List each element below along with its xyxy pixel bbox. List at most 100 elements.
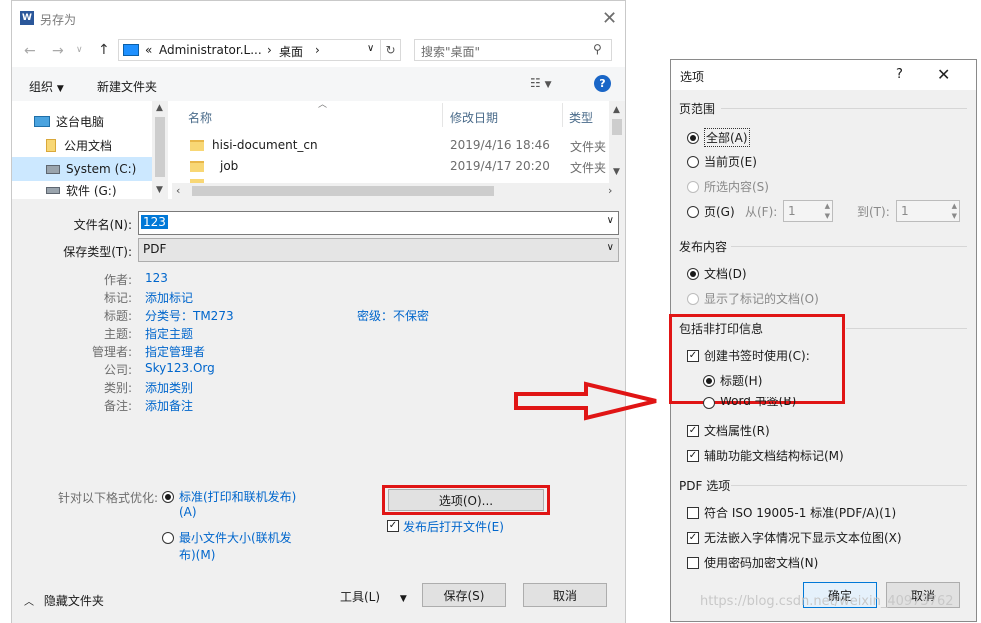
section-divider	[731, 246, 967, 247]
filetype-select[interactable]: PDF ∨	[138, 238, 619, 262]
range-all-radio[interactable]: 全部(A)	[687, 128, 750, 147]
close-icon[interactable]: ✕	[937, 65, 950, 84]
author-label: 作者:	[103, 273, 132, 287]
monitor-icon	[123, 44, 139, 56]
range-current-radio[interactable]: 当前页(E)	[687, 153, 757, 170]
word-bookmarks-radio[interactable]: Word 书签(B)	[703, 397, 796, 409]
file-type: 文件夹	[570, 161, 607, 175]
filename-dropdown-icon[interactable]: ∨	[607, 215, 614, 226]
view-options-icon[interactable]: ☷ ▼	[530, 76, 552, 90]
radio-unselected[interactable]	[687, 205, 699, 218]
checkbox-checked[interactable]: ✓	[687, 449, 699, 462]
tree-item-public-docs[interactable]: 公用文档	[12, 133, 152, 157]
scroll-thumb[interactable]	[192, 186, 494, 196]
tree-scrollbar[interactable]: ▲ ▼	[152, 101, 168, 199]
scroll-down-icon[interactable]: ▼	[156, 185, 163, 195]
list-item[interactable]: hisi-document_cn 2019/4/16 18:46 文件夹	[188, 137, 608, 155]
forward-arrow-icon[interactable]: →	[52, 43, 64, 59]
tree-item-this-pc[interactable]: 这台电脑	[12, 109, 152, 133]
doc-properties-label: 文档属性(R)	[704, 424, 770, 438]
chevron-up-icon: ︿	[24, 597, 34, 608]
filename-input[interactable]: 123 ∨	[138, 211, 619, 235]
organize-label: 组织	[29, 80, 54, 94]
manager-value[interactable]: 指定管理者	[145, 343, 205, 360]
radio-selected[interactable]	[162, 491, 174, 503]
options-button[interactable]: 选项(O)...	[388, 489, 544, 511]
subject-value[interactable]: 指定主题	[145, 325, 193, 342]
tree-item-software-g[interactable]: 软件 (G:)	[12, 181, 152, 199]
company-value[interactable]: Sky123.Org	[145, 361, 215, 375]
scroll-up-icon[interactable]: ▲	[613, 105, 620, 115]
help-icon[interactable]: ?	[594, 75, 611, 92]
checkbox-checked[interactable]: ✓	[687, 424, 699, 437]
checkbox-checked[interactable]: ✓	[687, 531, 699, 544]
back-arrow-icon[interactable]: ←	[24, 43, 36, 59]
notes-value[interactable]: 添加备注	[145, 397, 193, 414]
checkbox-unchecked[interactable]	[687, 506, 699, 519]
organize-button[interactable]: 组织 ▼	[29, 78, 64, 95]
bitmap-text-checkbox[interactable]: ✓ 无法嵌入字体情况下显示文本位图(X)	[687, 529, 902, 546]
title-value[interactable]: 分类号：TM273	[145, 307, 234, 324]
tree-item-label: 这台电脑	[56, 114, 105, 129]
filename-value: 123	[141, 215, 168, 229]
category-value[interactable]: 添加类别	[145, 379, 193, 396]
checkbox-unchecked[interactable]	[687, 556, 699, 569]
search-box[interactable]: 搜索"桌面" ⚲	[414, 39, 612, 61]
from-value: 1	[788, 204, 796, 218]
publish-document-radio[interactable]: 文档(D)	[687, 265, 747, 282]
category-label: 类别:	[103, 381, 132, 395]
scroll-thumb[interactable]	[155, 117, 165, 177]
headings-radio[interactable]: 标题(H)	[703, 372, 762, 389]
vertical-scrollbar[interactable]: ▲ ▼	[609, 101, 625, 183]
secret-level-value[interactable]: 密级：不保密	[357, 307, 429, 324]
doc-properties-checkbox[interactable]: ✓ 文档属性(R)	[687, 422, 770, 439]
spin-arrows-icon: ▲ ▼	[951, 202, 957, 220]
radio-unselected[interactable]	[162, 532, 174, 544]
range-pages-radio[interactable]: 页(G)	[687, 203, 735, 220]
checkbox-checked[interactable]: ✓	[387, 520, 399, 532]
scroll-down-icon[interactable]: ▼	[613, 167, 620, 177]
path-prefix: «	[145, 43, 153, 57]
dropdown-chevron-icon[interactable]: ∨	[76, 45, 83, 55]
manager-label: 管理者:	[91, 345, 132, 359]
radio-selected[interactable]	[687, 267, 699, 280]
address-bar[interactable]: « Administrator.L... › 桌面 › ∨	[118, 39, 385, 61]
address-dropdown-icon[interactable]: ∨	[367, 43, 374, 54]
horizontal-scrollbar[interactable]: ‹ ›	[172, 183, 625, 199]
tools-menu[interactable]: 工具(L) ▼	[340, 588, 407, 605]
tree-item-system-c[interactable]: System (C:)	[12, 157, 152, 181]
scroll-right-icon[interactable]: ›	[608, 184, 612, 197]
structure-tags-checkbox[interactable]: ✓ 辅助功能文档结构标记(M)	[687, 447, 844, 464]
path-segment-desktop[interactable]: 桌面	[279, 43, 303, 60]
close-icon[interactable]: ✕	[602, 8, 617, 29]
save-button[interactable]: 保存(S)	[422, 583, 506, 607]
create-bookmarks-checkbox[interactable]: ✓ 创建书签时使用(C):	[687, 347, 810, 364]
cancel-button[interactable]: 取消	[523, 583, 607, 607]
scroll-thumb[interactable]	[612, 119, 622, 135]
author-value[interactable]: 123	[145, 271, 168, 285]
iso-checkbox[interactable]: 符合 ISO 19005-1 标准(PDF/A)(1)	[687, 504, 896, 521]
radio-selected[interactable]	[687, 131, 699, 144]
range-selection-radio: 所选内容(S)	[687, 178, 769, 195]
scroll-left-icon[interactable]: ‹	[176, 184, 180, 197]
publish-markup-label: 显示了标记的文档(O)	[704, 292, 819, 306]
column-header-date[interactable]: 修改日期	[450, 109, 498, 126]
new-folder-button[interactable]: 新建文件夹	[97, 78, 157, 95]
checkbox-checked[interactable]: ✓	[687, 349, 699, 362]
refresh-button[interactable]: ↻	[380, 39, 401, 61]
encrypt-label: 使用密码加密文档(N)	[704, 556, 819, 570]
help-question-icon[interactable]: ?	[896, 67, 903, 82]
scroll-up-icon[interactable]: ▲	[156, 103, 163, 113]
radio-unselected[interactable]	[703, 397, 715, 409]
list-item[interactable]: job 2019/4/17 20:20 文件夹	[188, 158, 608, 176]
column-header-name[interactable]: 名称	[188, 109, 212, 126]
path-segment-admin[interactable]: Administrator.L...	[159, 43, 262, 57]
search-input[interactable]: 搜索"桌面"	[421, 43, 480, 60]
encrypt-checkbox[interactable]: 使用密码加密文档(N)	[687, 554, 818, 571]
hide-folders-toggle[interactable]: ︿ 隐藏文件夹	[24, 592, 104, 609]
radio-selected[interactable]	[703, 374, 715, 387]
up-arrow-icon[interactable]: ↑	[98, 42, 110, 58]
radio-unselected[interactable]	[687, 155, 699, 168]
column-header-type[interactable]: 类型	[569, 109, 593, 126]
tags-value[interactable]: 添加标记	[145, 289, 193, 306]
